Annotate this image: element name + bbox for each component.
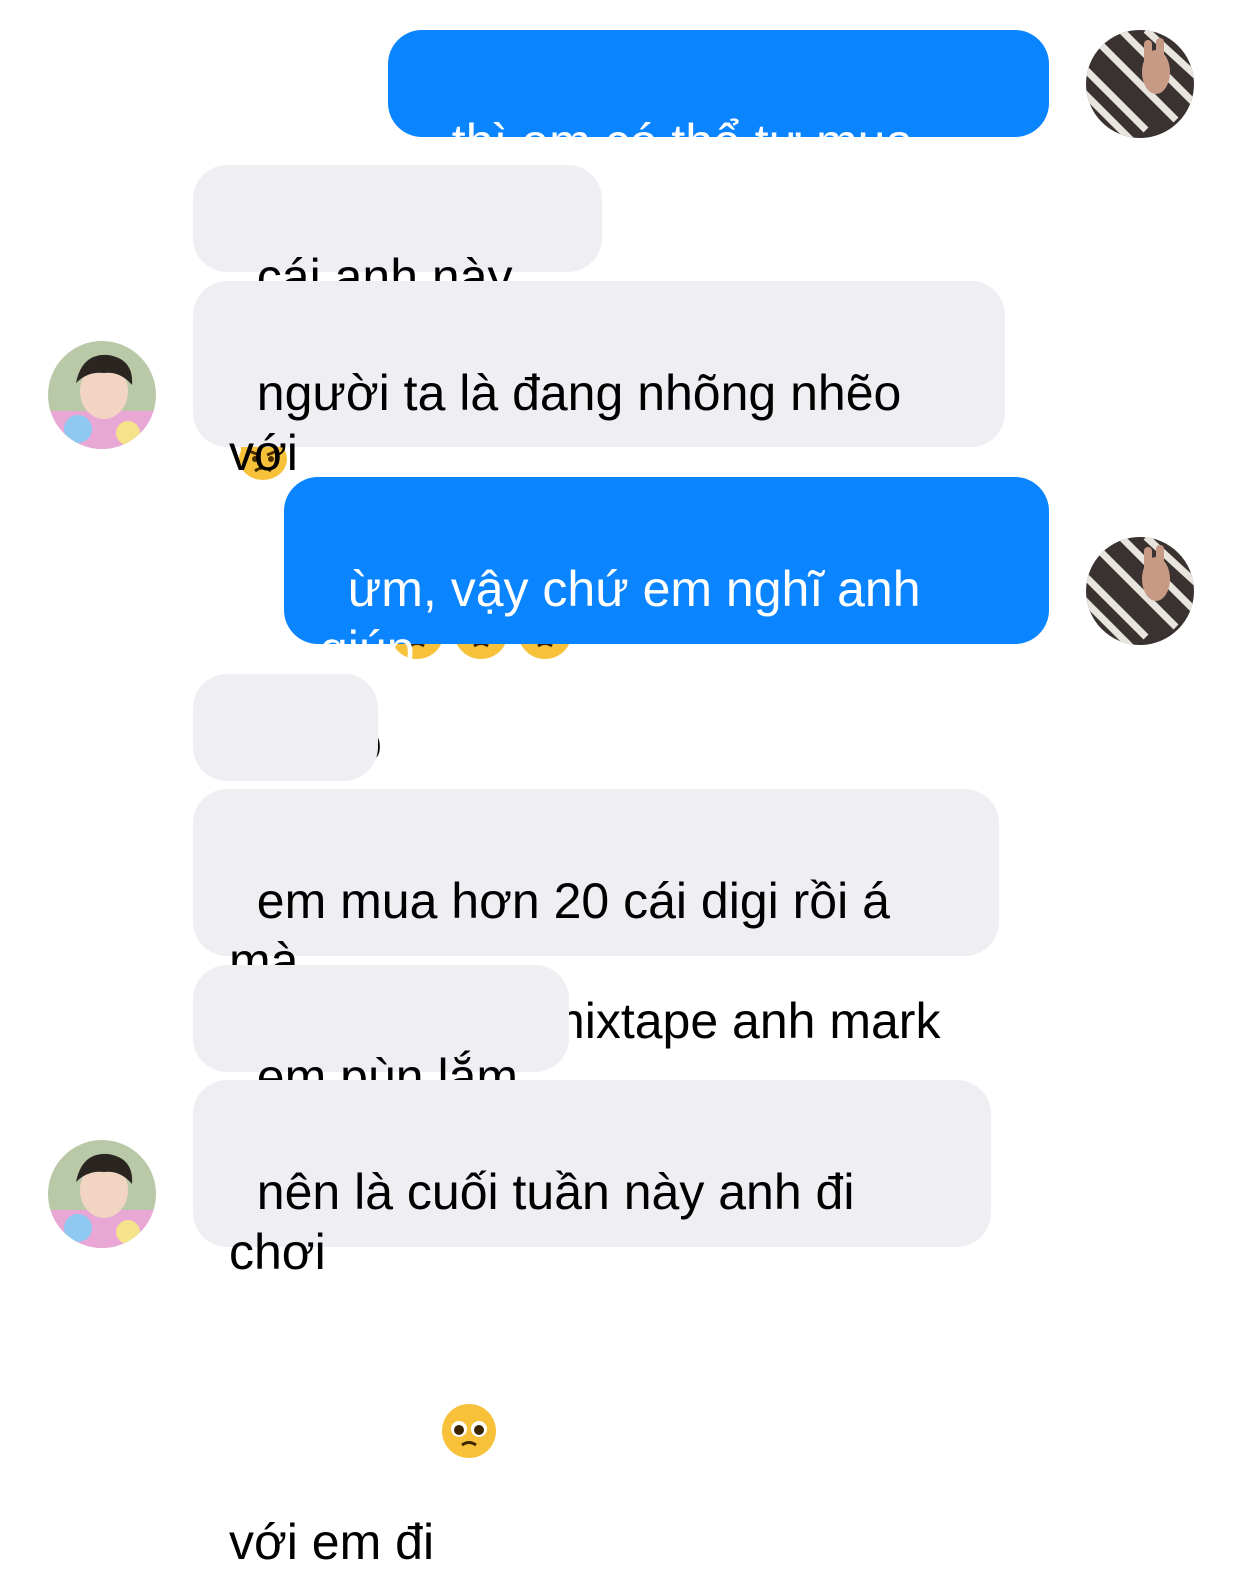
message-bubble-incoming[interactable]: cái anh này bbox=[193, 165, 602, 480]
pleading-face-icon bbox=[440, 1282, 498, 1580]
contact-avatar[interactable] bbox=[48, 1140, 156, 1248]
message-text: ừm, vậy chứ em nghĩ anh giúp đc gì cho e… bbox=[320, 561, 921, 737]
contact-avatar[interactable] bbox=[48, 341, 156, 449]
message-bubble-incoming[interactable]: huhu bbox=[193, 674, 378, 874]
message-bubble-incoming[interactable]: em mua hơn 20 cái digi rồi á mà vẫn ko b… bbox=[193, 789, 999, 1049]
message-bubble-incoming[interactable]: nên là cuối tuần này anh đi chơi với em … bbox=[193, 1080, 991, 1570]
message-bubble-outgoing[interactable]: ừm, vậy chứ em nghĩ anh giúp đc gì cho e… bbox=[284, 477, 1049, 737]
message-text: nên là cuối tuần này anh đi chơi với em … bbox=[229, 1164, 855, 1570]
user-avatar[interactable] bbox=[1086, 537, 1194, 645]
message-bubble-incoming[interactable]: em pùn lắm á bbox=[193, 965, 569, 1165]
user-avatar[interactable] bbox=[1086, 30, 1194, 138]
message-bubble-outgoing[interactable]: thì em có thể tự mua mà... bbox=[388, 30, 1049, 230]
message-bubble-incoming[interactable]: người ta là đang nhõng nhẽo với anh đó bbox=[193, 281, 1005, 771]
